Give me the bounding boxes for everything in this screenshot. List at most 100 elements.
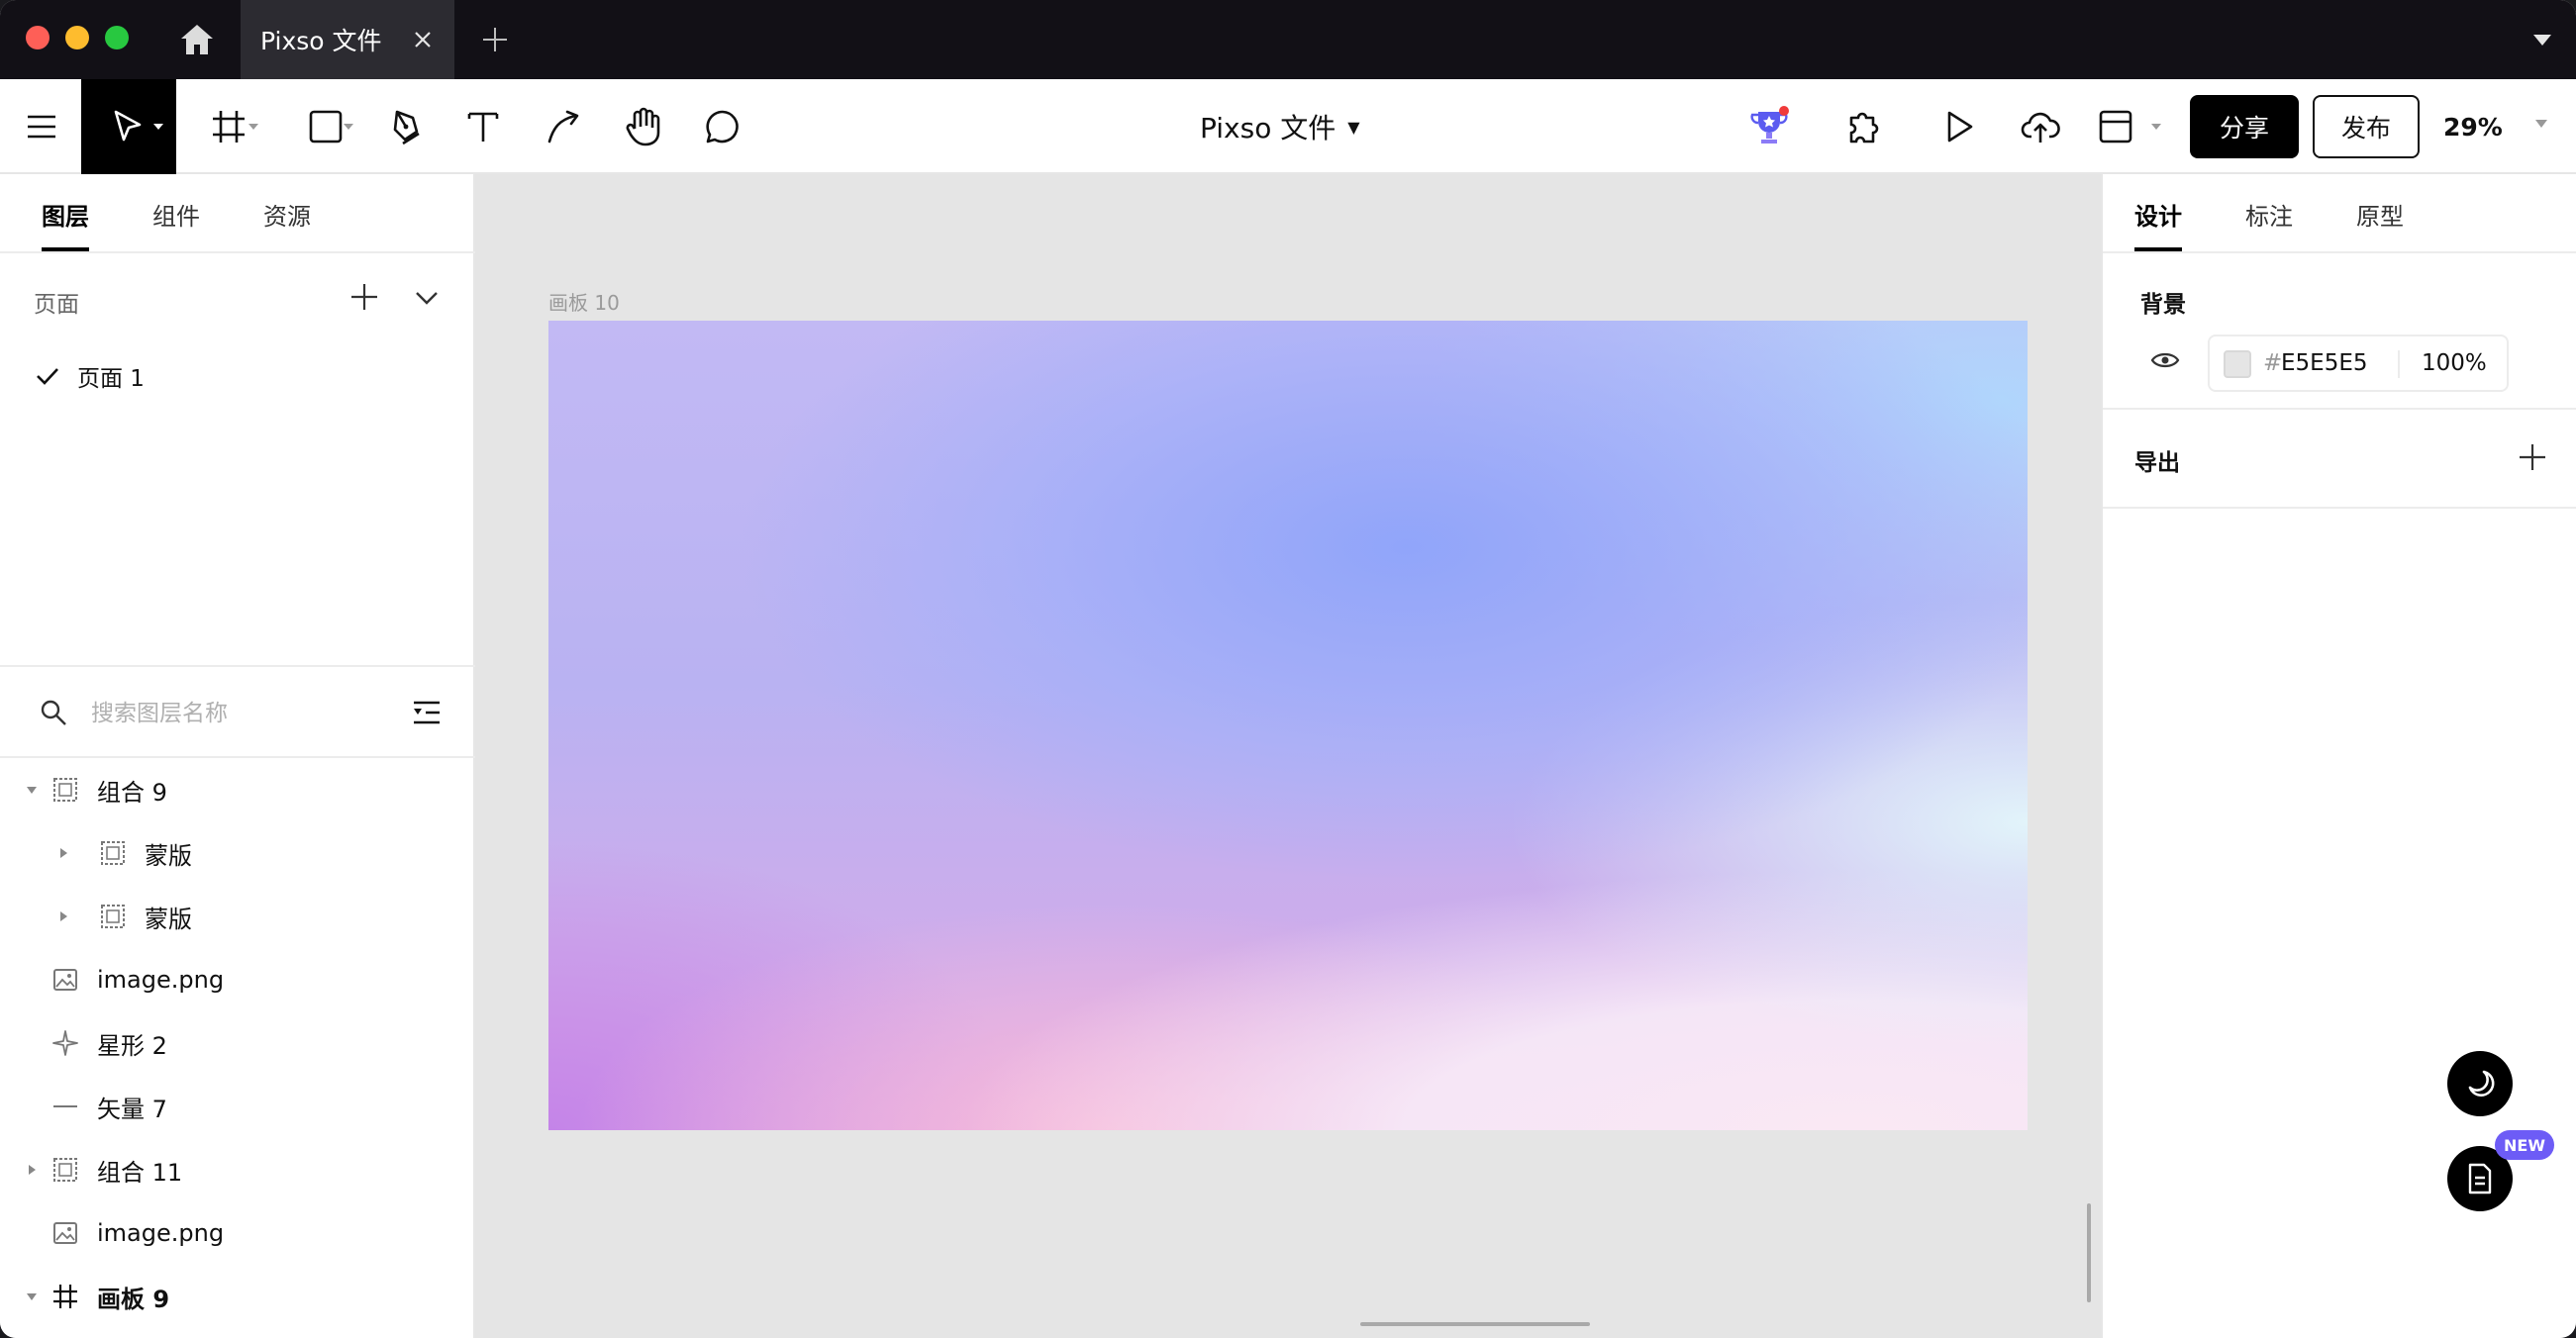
background-color-field[interactable]: # E5E5E5 100% (2208, 334, 2509, 392)
maximize-window-button[interactable] (105, 26, 129, 49)
collapsed-caret-icon[interactable] (26, 1164, 38, 1176)
divider (2398, 350, 2400, 378)
text-tool-button[interactable] (463, 79, 503, 174)
zoom-level[interactable]: 29% (2443, 79, 2503, 174)
document-icon (2468, 1163, 2492, 1195)
frame-label[interactable]: 画板 10 (548, 287, 620, 316)
main-menu-button[interactable] (18, 79, 65, 174)
tab-close-button[interactable] (409, 26, 437, 53)
expanded-caret-icon[interactable] (26, 1290, 38, 1302)
export-header: 导出 (2134, 450, 2180, 476)
moon-icon (2468, 1070, 2495, 1097)
play-icon (1947, 111, 1973, 143)
canvas[interactable]: 画板 10 (477, 174, 2101, 1338)
left-panel-tabs: 图层 组件 资源 (0, 174, 475, 253)
window-menu-button[interactable] (2530, 28, 2554, 51)
layer-row[interactable]: image.png (0, 1201, 475, 1265)
layer-row[interactable]: 蒙版 (0, 885, 475, 948)
layer-row[interactable]: 矢量 7 (0, 1075, 475, 1138)
group-icon (51, 776, 79, 804)
divider (2103, 507, 2576, 509)
cloud-upload-icon (2021, 112, 2060, 143)
layout-button[interactable] (2095, 79, 2168, 174)
horizontal-scrollbar[interactable] (1360, 1322, 1590, 1326)
color-swatch[interactable] (2224, 350, 2251, 378)
share-button[interactable]: 分享 (2190, 95, 2299, 158)
expanded-caret-icon[interactable] (26, 784, 38, 796)
pen-icon (393, 110, 420, 145)
move-cursor-icon (114, 110, 142, 142)
image-icon (51, 966, 79, 994)
eye-icon[interactable] (2150, 350, 2180, 370)
tab-inspect[interactable]: 标注 (2245, 174, 2293, 253)
hand-tool-button[interactable] (622, 79, 665, 174)
group-icon (99, 839, 127, 867)
connector-tool-button[interactable] (543, 79, 586, 174)
background-hex-value[interactable]: E5E5E5 (2281, 350, 2368, 376)
layer-row[interactable]: 组合 11 (0, 1138, 475, 1201)
chevron-down-icon[interactable] (412, 283, 442, 313)
tab-design[interactable]: 设计 (2134, 174, 2182, 253)
triangle-down-icon (2533, 35, 2551, 46)
pages-header: 页面 (34, 292, 79, 318)
tab-layers[interactable]: 图层 (42, 174, 89, 253)
chevron-down-icon (153, 124, 163, 130)
new-tab-button[interactable] (475, 20, 515, 59)
page-item-label: 页面 1 (77, 366, 145, 392)
layer-row[interactable]: 画板 9 (0, 1265, 475, 1328)
chevron-down-icon (344, 124, 353, 130)
layer-search-input[interactable] (91, 697, 388, 730)
page-item[interactable]: 页面 1 (36, 358, 145, 394)
chevron-down-icon[interactable] (2534, 119, 2548, 129)
home-icon (181, 25, 213, 54)
group-icon (51, 1156, 79, 1184)
add-page-icon[interactable] (348, 281, 380, 313)
layer-name: 蒙版 (145, 905, 192, 933)
tab-prototype[interactable]: 原型 (2356, 174, 2404, 253)
collapsed-caret-icon[interactable] (57, 847, 69, 859)
layer-name: 组合 9 (97, 778, 167, 807)
group-icon (99, 903, 127, 930)
add-export-icon[interactable] (2517, 441, 2548, 473)
app-window: Pixso 文件 Pixso 文件 ▼ 分享 发布 29% 图层 组件 资源 页… (0, 0, 2576, 1338)
caret-down-icon: ▼ (1347, 117, 1360, 137)
rectangle-tool-button[interactable] (291, 79, 360, 174)
collapsed-caret-icon[interactable] (57, 910, 69, 922)
move-tool-button[interactable] (81, 79, 176, 174)
close-window-button[interactable] (26, 26, 50, 49)
background-opacity-value[interactable]: 100% (2422, 350, 2487, 376)
filter-icon[interactable] (412, 699, 442, 726)
new-badge: NEW (2495, 1130, 2554, 1160)
layer-row[interactable]: 蒙版 (0, 821, 475, 885)
layer-row[interactable]: 组合 9 (0, 758, 475, 821)
tab-assets[interactable]: 资源 (263, 174, 311, 253)
chevron-down-icon (248, 124, 258, 130)
plus-icon (483, 28, 507, 51)
layer-row[interactable]: image.png (0, 948, 475, 1011)
present-button[interactable] (1934, 79, 1984, 174)
vertical-scrollbar[interactable] (2087, 1203, 2091, 1302)
right-panel-tabs: 设计 标注 原型 (2103, 174, 2576, 253)
pen-tool-button[interactable] (388, 79, 428, 174)
tab-components[interactable]: 组件 (152, 174, 200, 253)
layer-row[interactable]: 星形 2 (0, 1011, 475, 1075)
plugins-button[interactable] (1839, 79, 1889, 174)
layer-name: 组合 11 (97, 1158, 183, 1187)
layer-name: 画板 9 (97, 1285, 170, 1313)
plugin-icon (1849, 112, 1879, 143)
frame-icon (51, 1283, 79, 1310)
rewards-button[interactable] (1744, 79, 1794, 174)
dark-mode-button[interactable] (2447, 1051, 2513, 1116)
home-button[interactable] (176, 20, 218, 59)
image-icon (51, 1219, 79, 1247)
layer-name: 矢量 7 (97, 1095, 167, 1123)
file-tab[interactable]: Pixso 文件 (241, 0, 454, 79)
artboard-gradient[interactable] (548, 321, 2028, 1130)
comment-tool-button[interactable] (701, 79, 744, 174)
search-icon (41, 700, 66, 725)
upload-button[interactable] (2016, 79, 2065, 174)
minimize-window-button[interactable] (65, 26, 89, 49)
document-title[interactable]: Pixso 文件 ▼ (1200, 79, 1360, 174)
publish-button[interactable]: 发布 (2313, 95, 2420, 158)
frame-tool-button[interactable] (194, 79, 263, 174)
